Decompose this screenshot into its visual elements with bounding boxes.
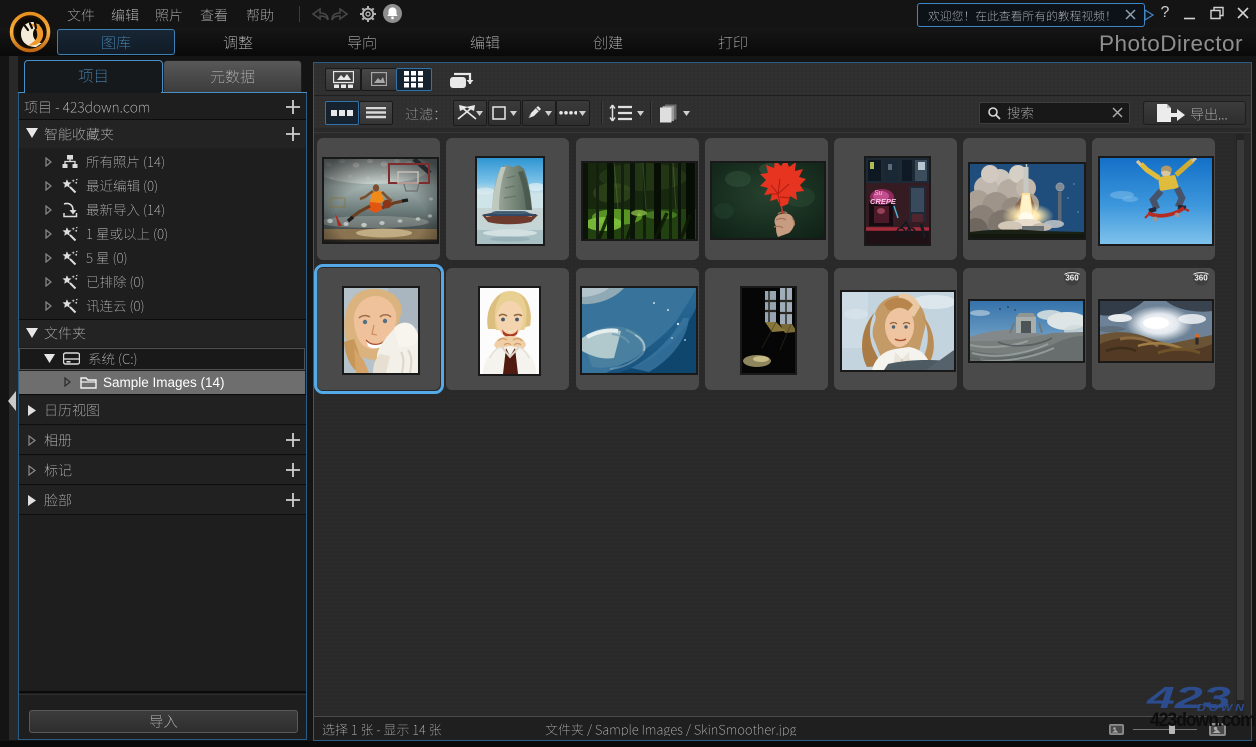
svg-text:360: 360 (1194, 274, 1208, 283)
svg-text:360: 360 (1065, 274, 1079, 283)
svg-text:Su: Su (874, 190, 883, 197)
svg-text:CREPE: CREPE (870, 197, 897, 206)
